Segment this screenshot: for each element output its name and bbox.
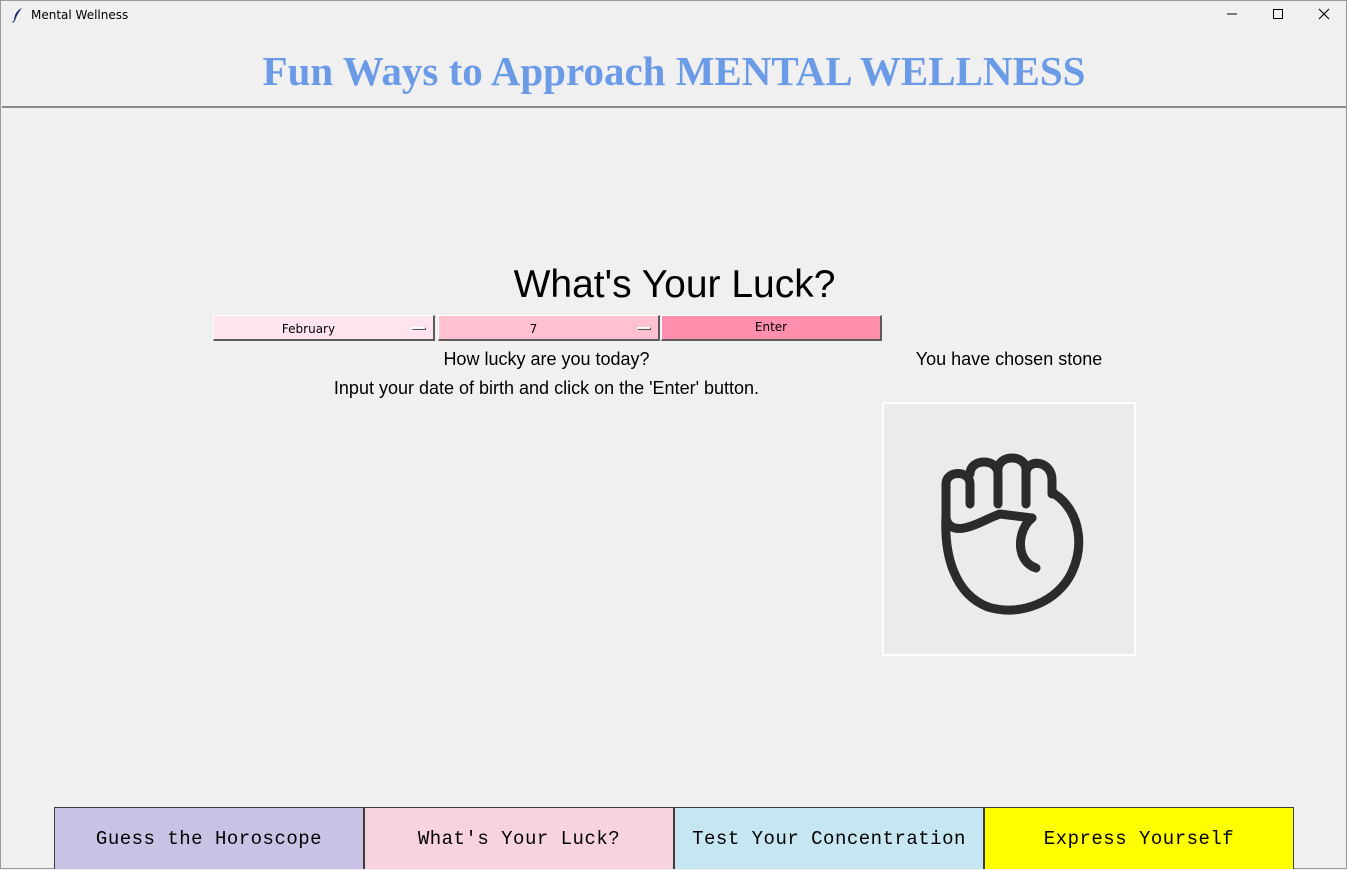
bottom-nav: Guess the Horoscope What's Your Luck? Te…: [54, 807, 1294, 870]
dropdown-indicator-icon: [412, 327, 426, 330]
window-title: Mental Wellness: [31, 8, 129, 22]
choice-image-frame: [882, 402, 1136, 656]
dropdown-indicator-icon: [637, 327, 651, 330]
close-button[interactable]: [1301, 1, 1347, 30]
header-banner: Fun Ways to Approach MENTAL WELLNESS: [2, 31, 1346, 108]
month-select[interactable]: February: [213, 315, 435, 341]
nav-express-yourself-button[interactable]: Express Yourself: [984, 807, 1294, 869]
close-icon: [1318, 7, 1330, 25]
page-title: Fun Ways to Approach MENTAL WELLNESS: [262, 48, 1086, 94]
nav-test-concentration-button[interactable]: Test Your Concentration: [674, 807, 984, 869]
month-select-value: February: [281, 322, 336, 336]
minimize-icon: [1226, 7, 1238, 25]
nav-whats-your-luck-button[interactable]: What's Your Luck?: [364, 807, 674, 869]
maximize-icon: [1272, 7, 1284, 25]
maximize-button[interactable]: [1255, 1, 1301, 30]
title-bar[interactable]: Mental Wellness: [1, 1, 1346, 30]
nav-guess-horoscope-button[interactable]: Guess the Horoscope: [54, 807, 364, 869]
day-select-value: 7: [529, 322, 538, 336]
feather-icon: [11, 7, 25, 23]
luck-title: What's Your Luck?: [513, 263, 836, 306]
chosen-result-text: You have chosen stone: [915, 349, 1103, 369]
day-select[interactable]: 7: [438, 315, 660, 341]
enter-button[interactable]: Enter: [661, 315, 882, 341]
minimize-button[interactable]: [1209, 1, 1255, 30]
app-window: Mental Wellness Fun Ways to Approach MEN…: [0, 0, 1347, 869]
prompt-instruction: Input your date of birth and click on th…: [333, 378, 760, 398]
